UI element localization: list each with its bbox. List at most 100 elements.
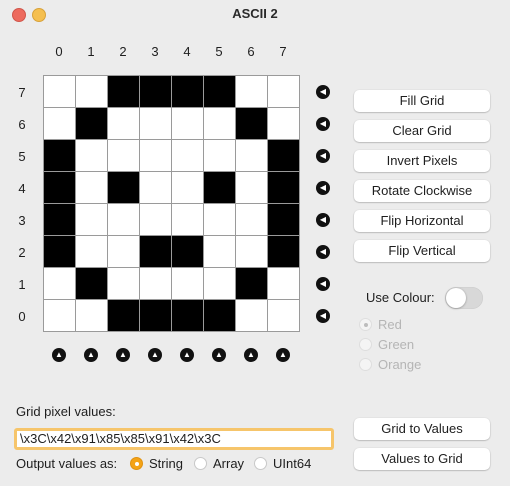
pixel-cell-r2-c2[interactable] [108, 236, 139, 267]
pixel-cell-r4-c0[interactable] [44, 172, 75, 203]
pixel-cell-r4-c6[interactable] [236, 172, 267, 203]
pixel-cell-r6-c3[interactable] [140, 108, 171, 139]
row-7-shift-left-icon[interactable]: ◀ [316, 85, 330, 99]
app-window: ASCII 2 0 1 2 3 4 5 6 7 7 6 5 4 3 2 1 0 … [0, 0, 510, 486]
pixel-cell-r2-c1[interactable] [76, 236, 107, 267]
row-5-shift-left-icon[interactable]: ◀ [316, 149, 330, 163]
pixel-cell-r5-c7[interactable] [268, 140, 299, 171]
row-2-shift-left-icon[interactable]: ◀ [316, 245, 330, 259]
pixel-cell-r4-c4[interactable] [172, 172, 203, 203]
pixel-cell-r5-c3[interactable] [140, 140, 171, 171]
grid-to-values-button[interactable]: Grid to Values [354, 418, 490, 440]
row-0-shift-left-icon[interactable]: ◀ [316, 309, 330, 323]
pixel-cell-r6-c2[interactable] [108, 108, 139, 139]
pixel-cell-r2-c4[interactable] [172, 236, 203, 267]
use-colour-toggle[interactable] [445, 287, 483, 309]
pixel-cell-r3-c0[interactable] [44, 204, 75, 235]
pixel-cell-r1-c3[interactable] [140, 268, 171, 299]
column-6-shift-up-icon[interactable]: ▲ [244, 348, 258, 362]
row-3-shift-left-icon[interactable]: ◀ [316, 213, 330, 227]
pixel-cell-r1-c7[interactable] [268, 268, 299, 299]
pixel-cell-r6-c6[interactable] [236, 108, 267, 139]
row-label-6: 6 [18, 117, 26, 132]
pixel-cell-r4-c7[interactable] [268, 172, 299, 203]
pixel-cell-r0-c4[interactable] [172, 300, 203, 331]
row-label-5: 5 [18, 149, 26, 164]
pixel-cell-r0-c5[interactable] [204, 300, 235, 331]
pixel-cell-r6-c0[interactable] [44, 108, 75, 139]
pixel-cell-r3-c3[interactable] [140, 204, 171, 235]
pixel-cell-r2-c0[interactable] [44, 236, 75, 267]
pixel-cell-r7-c5[interactable] [204, 76, 235, 107]
pixel-cell-r6-c1[interactable] [76, 108, 107, 139]
pixel-cell-r4-c3[interactable] [140, 172, 171, 203]
pixel-cell-r2-c7[interactable] [268, 236, 299, 267]
pixel-cell-r1-c5[interactable] [204, 268, 235, 299]
pixel-cell-r5-c4[interactable] [172, 140, 203, 171]
invert-pixels-button[interactable]: Invert Pixels [354, 150, 490, 172]
pixel-cell-r6-c4[interactable] [172, 108, 203, 139]
pixel-cell-r7-c6[interactable] [236, 76, 267, 107]
flip-horizontal-button[interactable]: Flip Horizontal [354, 210, 490, 232]
pixel-cell-r2-c6[interactable] [236, 236, 267, 267]
pixel-cell-r1-c2[interactable] [108, 268, 139, 299]
pixel-cell-r1-c0[interactable] [44, 268, 75, 299]
pixel-cell-r2-c3[interactable] [140, 236, 171, 267]
pixel-cell-r0-c7[interactable] [268, 300, 299, 331]
pixel-cell-r7-c0[interactable] [44, 76, 75, 107]
flip-vertical-button[interactable]: Flip Vertical [354, 240, 490, 262]
pixel-cell-r0-c2[interactable] [108, 300, 139, 331]
column-7-shift-up-icon[interactable]: ▲ [276, 348, 290, 362]
pixel-cell-r5-c5[interactable] [204, 140, 235, 171]
pixel-cell-r1-c4[interactable] [172, 268, 203, 299]
row-4-shift-left-icon[interactable]: ◀ [316, 181, 330, 195]
values-to-grid-button[interactable]: Values to Grid [354, 448, 490, 470]
pixel-cell-r2-c5[interactable] [204, 236, 235, 267]
pixel-cell-r7-c1[interactable] [76, 76, 107, 107]
column-0-shift-up-icon[interactable]: ▲ [52, 348, 66, 362]
column-label-5: 5 [215, 44, 223, 59]
row-label-2: 2 [18, 245, 26, 260]
pixel-cell-r5-c0[interactable] [44, 140, 75, 171]
radio-icon [254, 457, 267, 470]
pixel-cell-r4-c2[interactable] [108, 172, 139, 203]
fill-grid-button[interactable]: Fill Grid [354, 90, 490, 112]
column-1-shift-up-icon[interactable]: ▲ [84, 348, 98, 362]
pixel-cell-r5-c1[interactable] [76, 140, 107, 171]
pixel-cell-r3-c7[interactable] [268, 204, 299, 235]
toggle-knob [446, 288, 466, 308]
pixel-cell-r6-c7[interactable] [268, 108, 299, 139]
column-4-shift-up-icon[interactable]: ▲ [180, 348, 194, 362]
row-6-shift-left-icon[interactable]: ◀ [316, 117, 330, 131]
pixel-cell-r7-c2[interactable] [108, 76, 139, 107]
clear-grid-button[interactable]: Clear Grid [354, 120, 490, 142]
pixel-cell-r4-c1[interactable] [76, 172, 107, 203]
pixel-cell-r7-c4[interactable] [172, 76, 203, 107]
column-5-shift-up-icon[interactable]: ▲ [212, 348, 226, 362]
pixel-cell-r3-c5[interactable] [204, 204, 235, 235]
pixel-cell-r6-c5[interactable] [204, 108, 235, 139]
pixel-cell-r3-c6[interactable] [236, 204, 267, 235]
pixel-cell-r3-c1[interactable] [76, 204, 107, 235]
pixel-cell-r5-c2[interactable] [108, 140, 139, 171]
pixel-cell-r4-c5[interactable] [204, 172, 235, 203]
pixel-cell-r3-c4[interactable] [172, 204, 203, 235]
pixel-cell-r3-c2[interactable] [108, 204, 139, 235]
pixel-cell-r0-c1[interactable] [76, 300, 107, 331]
pixel-cell-r7-c3[interactable] [140, 76, 171, 107]
window-title: ASCII 2 [232, 6, 278, 21]
rotate-clockwise-button[interactable]: Rotate Clockwise [354, 180, 490, 202]
pixel-cell-r0-c0[interactable] [44, 300, 75, 331]
column-3-shift-up-icon[interactable]: ▲ [148, 348, 162, 362]
column-2-shift-up-icon[interactable]: ▲ [116, 348, 130, 362]
pixel-cell-r5-c6[interactable] [236, 140, 267, 171]
pixel-cell-r0-c3[interactable] [140, 300, 171, 331]
pixel-cell-r7-c7[interactable] [268, 76, 299, 107]
pixel-cell-r0-c6[interactable] [236, 300, 267, 331]
pixel-cell-r1-c6[interactable] [236, 268, 267, 299]
pixel-cell-r1-c1[interactable] [76, 268, 107, 299]
colour-option-label: Orange [378, 357, 422, 372]
row-1-shift-left-icon[interactable]: ◀ [316, 277, 330, 291]
grid-values-field[interactable]: \x3C\x42\x91\x85\x85\x91\x42\x3C [14, 428, 334, 450]
row-label-1: 1 [18, 277, 26, 292]
